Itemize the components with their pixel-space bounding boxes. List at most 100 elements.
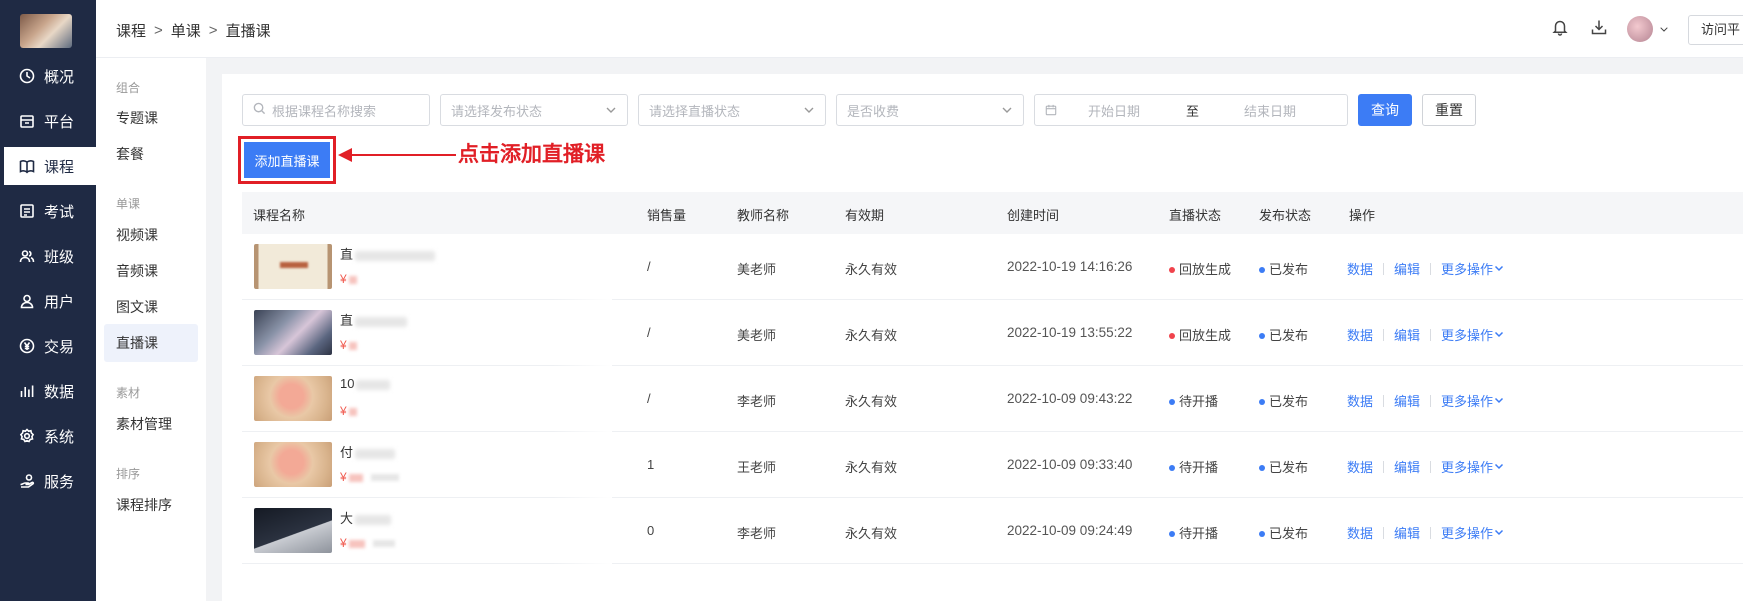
more-actions-link[interactable]: 更多操作	[1441, 391, 1504, 410]
edit-link[interactable]: 编辑	[1394, 259, 1420, 278]
status-dot	[1259, 398, 1265, 405]
publish-status-cell: 已发布	[1259, 325, 1308, 344]
course-name[interactable]: 直	[340, 244, 436, 263]
course-name-text: 10	[340, 376, 355, 391]
status-dot	[1259, 266, 1265, 273]
live-status-cell: 待开播	[1169, 457, 1218, 476]
breadcrumb-item[interactable]: 单课	[171, 20, 201, 41]
chevron-down-icon	[1493, 327, 1504, 342]
sub-item-audio[interactable]: 音频课	[116, 261, 158, 281]
bell-icon[interactable]	[1551, 18, 1569, 36]
sales-cell: 1	[647, 457, 655, 472]
publish-status-text: 已发布	[1269, 526, 1309, 541]
nav-item-data[interactable]: 数据	[0, 372, 96, 410]
live-status-cell: 回放生成	[1169, 325, 1231, 344]
blurred-price	[348, 341, 357, 350]
sub-item-topic[interactable]: 专题课	[116, 108, 158, 128]
start-date-input[interactable]: 开始日期	[1088, 101, 1140, 120]
divider	[1430, 460, 1432, 473]
more-actions-link[interactable]: 更多操作	[1441, 259, 1504, 278]
nav-item-class[interactable]: 班级	[0, 237, 96, 275]
data-link[interactable]: 数据	[1347, 457, 1373, 476]
sub-item-material[interactable]: 素材管理	[116, 414, 172, 434]
sub-item-video[interactable]: 视频课	[116, 225, 158, 245]
chevron-down-icon	[1658, 23, 1670, 35]
course-thumbnail[interactable]	[254, 310, 332, 355]
nav-item-label: 课程	[44, 158, 75, 176]
status-dot	[1169, 464, 1175, 471]
sub-item-sort[interactable]: 课程排序	[116, 495, 172, 515]
nav-item-label: 平台	[44, 113, 75, 131]
status-dot	[1169, 332, 1175, 339]
edit-link[interactable]: 编辑	[1394, 325, 1420, 344]
top-bar: 课程 > 单课 > 直播课 访问平	[96, 0, 1743, 58]
date-range-picker[interactable]: 开始日期 至 结束日期	[1034, 94, 1348, 126]
course-name[interactable]: 大	[340, 508, 392, 527]
nav-item-system[interactable]: 系统	[0, 417, 96, 455]
data-link[interactable]: 数据	[1347, 391, 1373, 410]
nav-item-overview[interactable]: 概况	[0, 57, 96, 95]
more-actions-link[interactable]: 更多操作	[1441, 457, 1504, 476]
course-name[interactable]: 10	[340, 376, 391, 391]
nav-item-user[interactable]: 用户	[0, 282, 96, 320]
select-placeholder: 请选择直播状态	[649, 103, 741, 119]
query-button[interactable]: 查询	[1358, 94, 1412, 126]
date-separator: 至	[1186, 103, 1200, 119]
reset-button[interactable]: 重置	[1422, 94, 1476, 126]
avatar-menu[interactable]	[1627, 16, 1670, 42]
course-price: ¥	[340, 272, 357, 286]
created-time-cell: 2022-10-09 09:33:40	[1007, 457, 1133, 472]
status-dot	[1259, 332, 1265, 339]
course-thumbnail[interactable]	[254, 244, 332, 289]
sub-item-package[interactable]: 套餐	[116, 144, 144, 164]
add-live-course-button[interactable]: 添加直播课	[244, 142, 330, 178]
data-link[interactable]: 数据	[1347, 325, 1373, 344]
edit-link[interactable]: 编辑	[1394, 457, 1420, 476]
teacher-cell: 李老师	[737, 526, 777, 541]
course-name[interactable]: 直	[340, 310, 408, 329]
course-name[interactable]: 付	[340, 442, 396, 461]
publish-status-text: 已发布	[1269, 394, 1309, 409]
course-thumbnail[interactable]	[254, 442, 332, 487]
breadcrumb-item[interactable]: 课程	[116, 20, 146, 41]
sub-item-live[interactable]: 直播课	[104, 324, 198, 362]
more-actions-link[interactable]: 更多操作	[1441, 523, 1504, 542]
select-placeholder: 请选择发布状态	[451, 103, 543, 119]
data-link[interactable]: 数据	[1347, 259, 1373, 278]
visit-platform-button[interactable]: 访问平	[1688, 15, 1743, 45]
publish-status-select[interactable]: 请选择发布状态	[440, 94, 628, 126]
avatar[interactable]	[1627, 16, 1653, 42]
charge-select[interactable]: 是否收费	[836, 94, 1024, 126]
edit-link[interactable]: 编辑	[1394, 391, 1420, 410]
nav-item-exam[interactable]: 考试	[0, 192, 96, 230]
teacher-cell: 王老师	[737, 460, 777, 475]
nav-item-trade[interactable]: 交易	[0, 327, 96, 365]
course-thumbnail[interactable]	[254, 508, 332, 553]
status-dot	[1169, 398, 1175, 405]
nav-item-label: 系统	[44, 428, 75, 446]
nav-item-platform[interactable]: 平台	[0, 102, 96, 140]
fade-overlay	[552, 366, 612, 432]
search-input[interactable]: 根据课程名称搜索	[242, 94, 430, 126]
bar-chart-icon	[18, 382, 36, 400]
edit-link[interactable]: 编辑	[1394, 523, 1420, 542]
end-date-input[interactable]: 结束日期	[1244, 101, 1296, 120]
sub-group-title: 单课	[116, 197, 141, 211]
live-status-cell: 待开播	[1169, 523, 1218, 542]
course-thumbnail[interactable]	[254, 376, 332, 421]
table-header: 课程名称 销售量 教师名称 有效期 创建时间 直播状态 发布状态 操作	[242, 192, 1743, 234]
sub-group-title: 排序	[116, 467, 141, 481]
logo[interactable]	[20, 14, 72, 48]
more-actions-link[interactable]: 更多操作	[1441, 325, 1504, 344]
exam-icon	[18, 202, 36, 220]
nav-item-course[interactable]: 课程	[4, 147, 96, 185]
price-text: ¥	[340, 272, 347, 286]
main-sidebar: 概况 平台 课程 考试 班级 用户 交易 数据 系统 服务	[0, 0, 96, 601]
download-icon[interactable]	[1590, 18, 1608, 36]
sub-item-article[interactable]: 图文课	[116, 297, 158, 317]
data-link[interactable]: 数据	[1347, 523, 1373, 542]
nav-item-label: 服务	[44, 473, 75, 491]
live-status-select[interactable]: 请选择直播状态	[638, 94, 826, 126]
nav-item-label: 数据	[44, 383, 75, 401]
nav-item-service[interactable]: 服务	[0, 462, 96, 500]
